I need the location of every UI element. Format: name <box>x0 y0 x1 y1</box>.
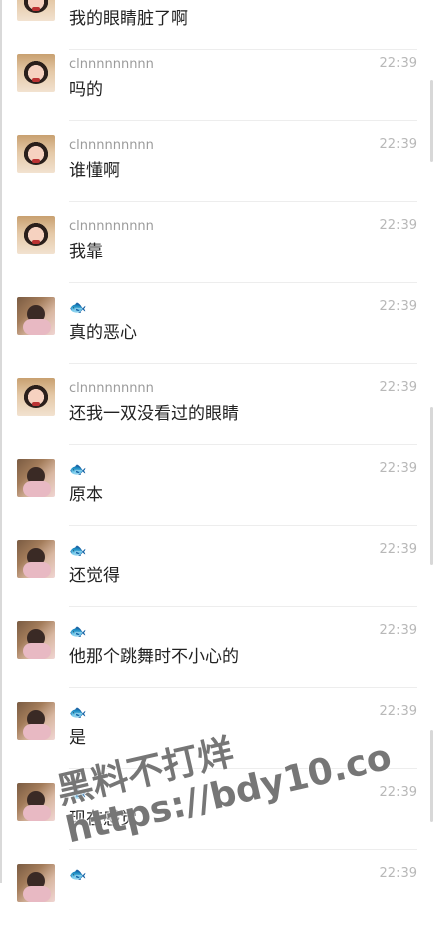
message-time: 22:39 <box>379 299 417 314</box>
fish-icon: 🐟 <box>69 705 87 721</box>
message-item[interactable]: clnnnnnnnnn 22:39 吗的 <box>0 40 433 121</box>
message-time: 22:39 <box>379 866 417 881</box>
message-item[interactable]: 🐟 22:39 真的恶心 <box>0 283 433 364</box>
fish-icon: 🐟 <box>69 300 87 316</box>
message-item[interactable]: 🐟 22:39 <box>0 850 433 931</box>
message-time: 22:39 <box>379 542 417 557</box>
avatar[interactable] <box>17 621 55 659</box>
message-text: 是 <box>69 728 86 748</box>
message-text: 真的恶心 <box>69 323 137 343</box>
message-time: 22:39 <box>379 218 417 233</box>
message-item[interactable]: clnnnnnnnnn 22:39 我靠 <box>0 202 433 283</box>
avatar[interactable] <box>17 540 55 578</box>
message-time: 22:39 <box>379 56 417 71</box>
message-item[interactable]: 🐟 22:39 原本 <box>0 445 433 526</box>
message-item[interactable]: 🐟 22:39 还觉得 <box>0 526 433 607</box>
avatar[interactable] <box>17 0 55 21</box>
message-time: 22:39 <box>379 380 417 395</box>
message-text: 现在感觉 <box>69 809 137 829</box>
avatar[interactable] <box>17 297 55 335</box>
fish-icon: 🐟 <box>69 543 87 559</box>
message-item[interactable]: clnnnnnnnnn 22:39 还我一双没看过的眼睛 <box>0 364 433 445</box>
message-time: 22:39 <box>379 623 417 638</box>
fish-icon: 🐟 <box>69 786 87 802</box>
message-time: 22:39 <box>379 704 417 719</box>
fish-icon: 🐟 <box>69 462 87 478</box>
sender-name: clnnnnnnnnn <box>69 57 154 72</box>
avatar[interactable] <box>17 378 55 416</box>
sender-name: clnnnnnnnnn <box>69 381 154 396</box>
message-time: 22:39 <box>379 785 417 800</box>
avatar[interactable] <box>17 135 55 173</box>
message-item[interactable]: 🐟 22:39 是 <box>0 688 433 769</box>
message-text: 还我一双没看过的眼睛 <box>69 404 239 424</box>
sender-name: clnnnnnnnnn <box>69 219 154 234</box>
message-text: 谁懂啊 <box>69 161 120 181</box>
avatar[interactable] <box>17 864 55 902</box>
message-text: 原本 <box>69 485 103 505</box>
sender-name: clnnnnnnnnn <box>69 138 154 153</box>
message-text: 我的眼睛脏了啊 <box>69 9 188 29</box>
fish-icon: 🐟 <box>69 867 87 883</box>
message-text: 还觉得 <box>69 566 120 586</box>
message-time: 22:39 <box>379 137 417 152</box>
message-list[interactable]: 我的眼睛脏了啊 clnnnnnnnnn 22:39 吗的 clnnnnnnnnn… <box>0 0 433 902</box>
message-item[interactable]: clnnnnnnnnn 22:39 谁懂啊 <box>0 121 433 202</box>
message-text: 我靠 <box>69 242 103 262</box>
avatar[interactable] <box>17 783 55 821</box>
message-text: 他那个跳舞时不小心的 <box>69 647 239 667</box>
fish-icon: 🐟 <box>69 624 87 640</box>
message-item[interactable]: 🐟 22:39 现在感觉 <box>0 769 433 850</box>
avatar[interactable] <box>17 54 55 92</box>
message-text: 吗的 <box>69 80 103 100</box>
message-item[interactable]: 🐟 22:39 他那个跳舞时不小心的 <box>0 607 433 688</box>
avatar[interactable] <box>17 216 55 254</box>
avatar[interactable] <box>17 459 55 497</box>
avatar[interactable] <box>17 702 55 740</box>
message-time: 22:39 <box>379 461 417 476</box>
